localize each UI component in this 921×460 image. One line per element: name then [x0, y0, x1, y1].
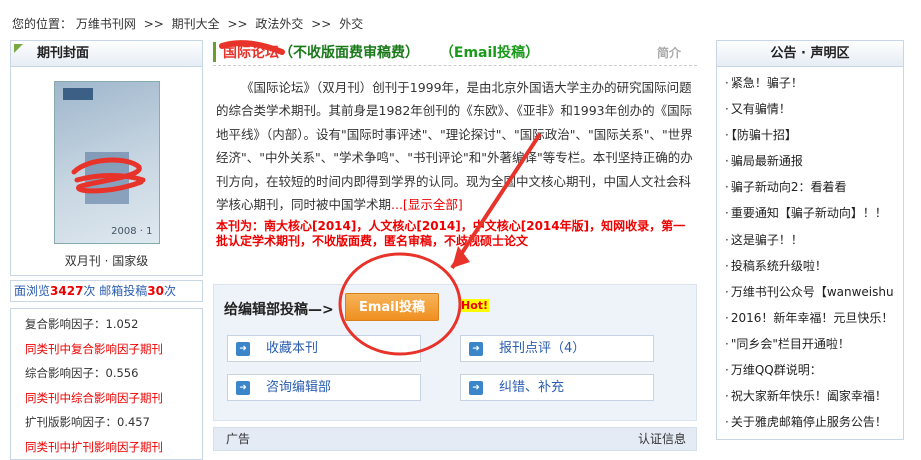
- cover-logo: [62, 88, 93, 100]
- email-submissions-count: 30: [147, 284, 164, 298]
- journal-index-note: 本刊为：南大核心[2014]，人文核心[2014]，中文核心[2014年版]，知…: [216, 219, 686, 249]
- arrow-right-icon: ➜: [236, 381, 250, 395]
- left-column: 期刊封面 2008 · 1 双月刊 · 国家级 面浏览3427次 邮箱投稿30次…: [10, 40, 203, 460]
- breadcrumb-item-home[interactable]: 万维书刊网: [76, 17, 136, 31]
- views-unit: 次: [83, 284, 96, 298]
- email-submissions-unit: 次: [163, 284, 176, 298]
- cover-header: 期刊封面: [11, 41, 202, 67]
- ad-label: 广告: [226, 432, 251, 446]
- correct-button-label: 纠错、补充: [499, 380, 565, 395]
- journal-email-note: （Email投稿）: [439, 45, 540, 61]
- breadcrumb-separator: >>: [227, 17, 248, 31]
- breadcrumb-item-journals[interactable]: 期刊大全: [172, 17, 220, 31]
- breadcrumb-separator: >>: [311, 17, 332, 31]
- notice-item[interactable]: · 投稿系统升级啦！: [725, 253, 903, 279]
- cover-header-label: 期刊封面: [37, 46, 90, 61]
- notice-item[interactable]: · 【防骗十招】: [725, 122, 903, 148]
- breadcrumb: 您的位置： 万维书刊网 >> 期刊大全 >> 政法外交 >> 外交: [12, 15, 363, 32]
- ad-bar: 广告 认证信息: [213, 427, 697, 451]
- submit-panel: 给编辑部投稿—> Email投稿 Hot! ➜ 收藏本刊 ➜ 报刊点评（4） ➜…: [213, 284, 697, 421]
- title-accent-bar: [213, 42, 216, 62]
- breadcrumb-separator: >>: [143, 17, 164, 31]
- description-text: 《国际论坛》（双月刊）创刊于1999年，是由北京外国语大学主办的研究国际问题的综…: [216, 80, 693, 213]
- notice-item[interactable]: · 万维书刊公众号【wanweishu: [725, 279, 903, 305]
- notice-item[interactable]: · 又有骗情！: [725, 96, 903, 122]
- notice-item[interactable]: · 紧急！骗子！: [725, 70, 903, 96]
- arrow-right-icon: ➜: [469, 381, 483, 395]
- notice-item[interactable]: · 这是骗子！！: [725, 227, 903, 253]
- favorite-button-label: 收藏本刊: [266, 341, 319, 356]
- journal-title-bar: 国际论坛（不收版面费审稿费） （Email投稿） 简介: [213, 40, 697, 66]
- email-submissions-label: 邮箱投稿: [99, 284, 148, 298]
- factor-extended-link[interactable]: 同类刊中扩刊影响因子期刊: [25, 435, 202, 460]
- journal-description: 《国际论坛》（双月刊）创刊于1999年，是由北京外国语大学主办的研究国际问题的综…: [213, 76, 697, 216]
- cover-box: 期刊封面 2008 · 1 双月刊 · 国家级: [10, 40, 203, 276]
- factor-comprehensive-link[interactable]: 同类刊中综合影响因子期刊: [25, 386, 202, 411]
- impact-factors: 复合影响因子：1.052 同类刊中复合影响因子期刊 综合影响因子：0.556 同…: [10, 308, 203, 460]
- correct-button[interactable]: ➜ 纠错、补充: [460, 374, 654, 401]
- journal-cover-image[interactable]: 2008 · 1: [53, 81, 160, 244]
- notice-header: 公告 · 声明区: [717, 41, 903, 67]
- factor-composite-link[interactable]: 同类刊中复合影响因子期刊: [25, 337, 202, 362]
- notice-item[interactable]: · 骗子新动向2：看着看: [725, 174, 903, 200]
- factor-composite: 复合影响因子：1.052: [25, 317, 139, 331]
- notice-column: 公告 · 声明区 · 紧急！骗子！ · 又有骗情！ · 【防骗十招】 · 骗局最新通报 …: [716, 40, 904, 440]
- consult-editor-button[interactable]: ➜ 咨询编辑部: [227, 374, 421, 401]
- notice-item[interactable]: · 关于雅虎邮箱停止服务公告！: [725, 409, 903, 435]
- notice-item[interactable]: · 祝大家新年快乐！阖家幸福！: [725, 383, 903, 409]
- views-count: 3427: [50, 284, 84, 298]
- cover-year: 2008 · 1: [111, 226, 153, 237]
- journal-title: 国际论坛（不收版面费审稿费） （Email投稿）: [223, 42, 539, 62]
- journal-fee-note: （不收版面费审稿费）: [279, 45, 419, 61]
- arrow-right-icon: ➜: [469, 342, 483, 356]
- review-button[interactable]: ➜ 报刊点评（4）: [460, 335, 654, 362]
- email-submit-button[interactable]: Email投稿: [345, 293, 439, 321]
- certification-link[interactable]: 认证信息: [638, 428, 686, 450]
- arrow-right-icon: ➜: [236, 342, 250, 356]
- stats-bar: 面浏览3427次 邮箱投稿30次: [10, 280, 203, 302]
- notice-item[interactable]: · 万维QQ群说明：: [725, 357, 903, 383]
- factor-extended: 扩刊版影响因子：0.457: [25, 415, 150, 429]
- notice-list: · 紧急！骗子！ · 又有骗情！ · 【防骗十招】 · 骗局最新通报 · 骗子新动向2：看…: [717, 67, 903, 435]
- notice-item[interactable]: · 2016！新年幸福！元旦快乐！: [725, 305, 903, 331]
- main-column: 国际论坛（不收版面费审稿费） （Email投稿） 简介 《国际论坛》（双月刊）创…: [213, 40, 697, 451]
- corner-triangle-icon: [14, 44, 23, 53]
- red-scribble-redaction: [71, 157, 145, 194]
- submit-label: 给编辑部投稿—>: [224, 302, 334, 318]
- frequency-label: 双月刊 · 国家级: [64, 254, 149, 268]
- breadcrumb-item-politics[interactable]: 政法外交: [255, 17, 303, 31]
- journal-name: 国际论坛: [223, 45, 279, 61]
- show-all-link[interactable]: ...[显示全部]: [391, 197, 463, 212]
- consult-editor-button-label: 咨询编辑部: [266, 380, 332, 395]
- factor-comprehensive: 综合影响因子：0.556: [25, 366, 139, 380]
- views-label: 面浏览: [14, 284, 51, 298]
- hot-badge: Hot!: [460, 299, 490, 312]
- notice-item[interactable]: · 骗局最新通报: [725, 148, 903, 174]
- breadcrumb-prefix: 您的位置：: [12, 17, 73, 31]
- favorite-button[interactable]: ➜ 收藏本刊: [227, 335, 421, 362]
- notice-item[interactable]: · 重要通知【骗子新动向】！！: [725, 200, 903, 226]
- intro-label: 简介: [656, 46, 681, 60]
- notice-box: 公告 · 声明区 · 紧急！骗子！ · 又有骗情！ · 【防骗十招】 · 骗局最新通报 …: [716, 40, 904, 440]
- review-button-label: 报刊点评（4）: [499, 341, 586, 356]
- notice-item[interactable]: · "同乡会"栏目开通啦！: [725, 331, 903, 357]
- breadcrumb-item-diplomacy[interactable]: 外交: [339, 17, 363, 31]
